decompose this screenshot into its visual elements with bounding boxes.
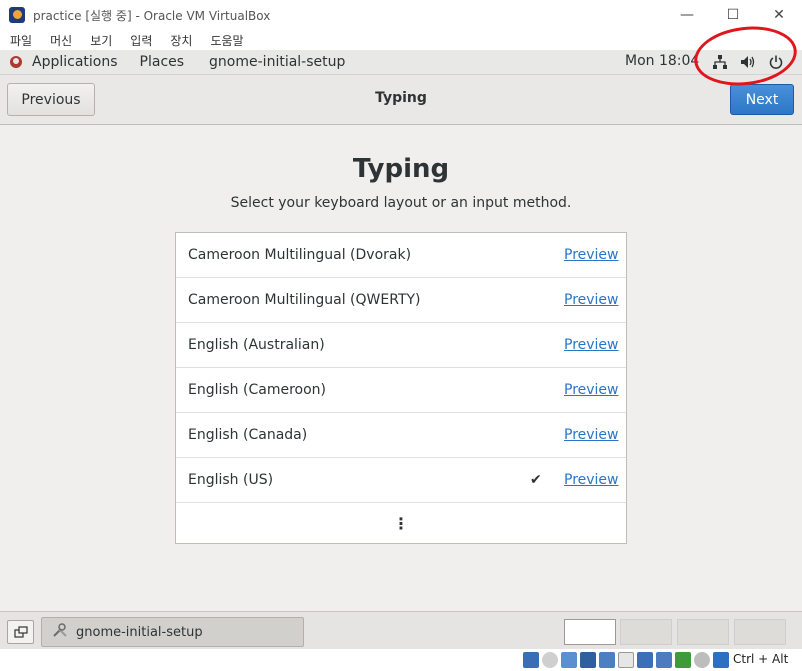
clock[interactable]: Mon 18:04 — [625, 53, 699, 69]
workspace-2[interactable] — [620, 619, 672, 645]
preview-link[interactable]: Preview — [564, 382, 619, 398]
gnome-bottom-panel: gnome-initial-setup — [0, 611, 802, 649]
page-subtitle: Select your keyboard layout or an input … — [230, 195, 572, 211]
virtualbox-icon — [9, 7, 25, 23]
menu-view[interactable]: 보기 — [90, 32, 112, 49]
applications-menu[interactable]: Applications — [32, 54, 118, 70]
menu-help[interactable]: 도움말 — [210, 32, 243, 49]
layout-row-selected[interactable]: English (US) ✔ Preview — [176, 458, 626, 503]
display-icon[interactable] — [637, 652, 653, 668]
power-icon — [768, 54, 784, 70]
workspace-1[interactable] — [564, 619, 616, 645]
show-desktop-button[interactable] — [7, 620, 34, 644]
layout-row[interactable]: English (Australian) Preview — [176, 323, 626, 368]
workspace-3[interactable] — [677, 619, 729, 645]
more-layouts-button[interactable]: ⋮ — [176, 503, 626, 543]
menu-file[interactable]: 파일 — [10, 32, 32, 49]
layout-label: English (Canada) — [188, 427, 308, 443]
mouse-integration-icon[interactable] — [694, 652, 710, 668]
status-area[interactable] — [712, 54, 784, 70]
window-controls: — ☐ ✕ — [664, 0, 802, 30]
preview-link[interactable]: Preview — [564, 292, 619, 308]
harddisk-icon[interactable] — [523, 652, 539, 668]
optical-drive-icon[interactable] — [542, 652, 558, 668]
checkmark-icon: ✔ — [530, 472, 542, 488]
host-menubar: 파일 머신 보기 입력 장치 도움말 — [0, 30, 802, 50]
tools-icon — [52, 622, 68, 642]
host-key-label: Ctrl + Alt — [733, 652, 789, 666]
page-title: Typing — [352, 154, 450, 184]
usb-icon[interactable] — [599, 652, 615, 668]
layout-label: English (Australian) — [188, 337, 325, 353]
more-vertical-icon: ⋮ — [393, 513, 409, 533]
close-button[interactable]: ✕ — [756, 0, 802, 30]
device-icons — [523, 652, 729, 668]
network-icon — [712, 54, 728, 70]
taskbar-window-label: gnome-initial-setup — [76, 624, 203, 640]
preview-link[interactable]: Preview — [564, 472, 619, 488]
keyboard-capture-icon[interactable] — [713, 652, 729, 668]
preview-link[interactable]: Preview — [564, 247, 619, 263]
headerbar-title: Typing — [375, 90, 427, 106]
taskbar-window-button[interactable]: gnome-initial-setup — [41, 617, 304, 647]
layout-label: Cameroon Multilingual (Dvorak) — [188, 247, 412, 263]
gnome-foot-icon — [10, 56, 22, 68]
audio-icon[interactable] — [561, 652, 577, 668]
gnome-top-bar: Applications Places gnome-initial-setup … — [0, 50, 802, 75]
volume-icon — [740, 54, 756, 70]
video-capture-icon[interactable] — [656, 652, 672, 668]
preview-link[interactable]: Preview — [564, 427, 619, 443]
layout-row[interactable]: Cameroon Multilingual (QWERTY) Preview — [176, 278, 626, 323]
next-button[interactable]: Next — [730, 84, 794, 115]
maximize-button[interactable]: ☐ — [710, 0, 756, 30]
layout-label: Cameroon Multilingual (QWERTY) — [188, 292, 421, 308]
layout-row[interactable]: English (Cameroon) Preview — [176, 368, 626, 413]
active-app-menu[interactable]: gnome-initial-setup — [209, 54, 345, 70]
workspace-4[interactable] — [734, 619, 786, 645]
window-title: practice [실행 중] - Oracle VM VirtualBox — [33, 8, 271, 23]
layout-row[interactable]: English (Canada) Preview — [176, 413, 626, 458]
show-desktop-icon — [13, 626, 28, 638]
layout-row[interactable]: Cameroon Multilingual (Dvorak) Preview — [176, 233, 626, 278]
layout-label: English (Cameroon) — [188, 382, 326, 398]
cpu-icon[interactable] — [675, 652, 691, 668]
preview-link[interactable]: Preview — [564, 337, 619, 353]
menu-devices[interactable]: 장치 — [170, 32, 192, 49]
host-statusbar: Ctrl + Alt — [0, 649, 802, 671]
menu-input[interactable]: 입력 — [130, 32, 152, 49]
host-titlebar: practice [실행 중] - Oracle VM VirtualBox —… — [0, 0, 802, 30]
network-adapter-icon[interactable] — [580, 652, 596, 668]
vm-screen: Applications Places gnome-initial-setup … — [0, 50, 802, 649]
minimize-button[interactable]: — — [664, 0, 710, 30]
setup-headerbar: Previous Typing Next — [0, 75, 802, 125]
menu-machine[interactable]: 머신 — [50, 32, 72, 49]
shared-folder-icon[interactable] — [618, 652, 634, 668]
keyboard-layout-list: Cameroon Multilingual (Dvorak) Preview C… — [175, 232, 627, 544]
places-menu[interactable]: Places — [140, 54, 185, 70]
layout-label: English (US) — [188, 472, 274, 488]
